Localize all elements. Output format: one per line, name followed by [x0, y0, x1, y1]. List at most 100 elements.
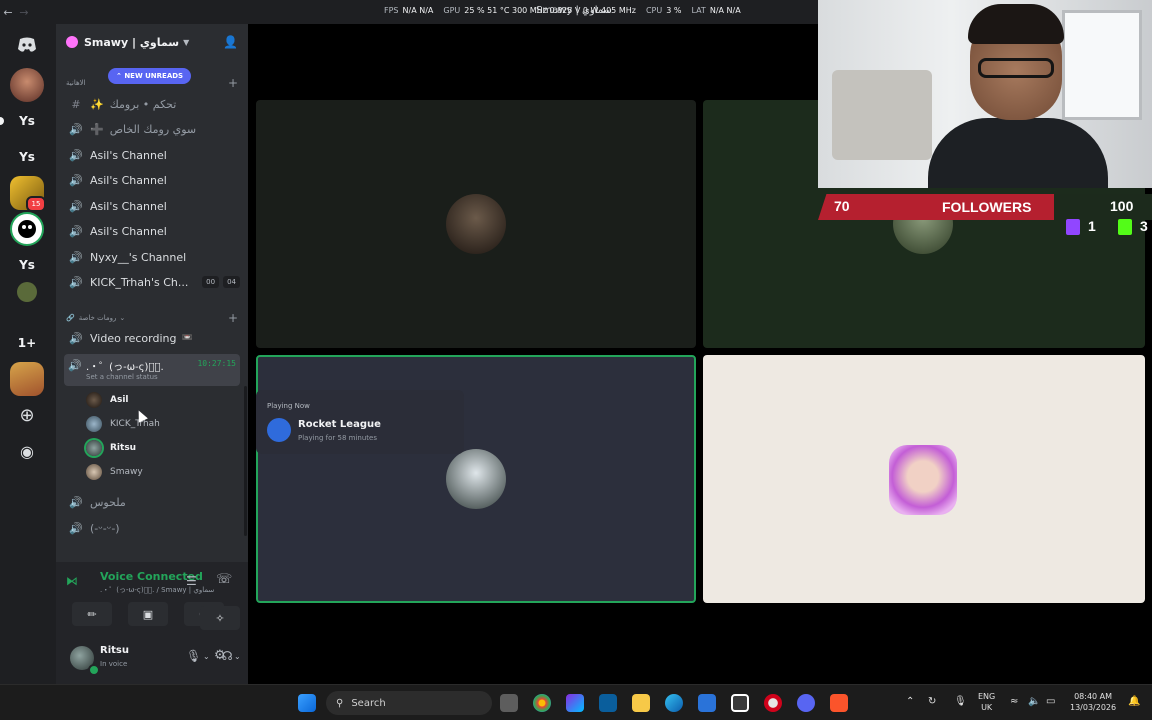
kick-icon	[1118, 219, 1132, 235]
chevron-down-icon[interactable]: ⌄	[234, 652, 241, 661]
channel-status[interactable]: Set a channel status	[86, 373, 158, 381]
discord-taskbar-icon[interactable]	[797, 694, 815, 712]
server-icon-avatar[interactable]	[10, 68, 44, 102]
windows-start-icon[interactable]	[298, 694, 316, 712]
screen: ← → FPS N/A N/A GPU 25 % 51 °C 300 MHz 0.8…	[0, 0, 1152, 720]
new-unreads-button[interactable]: ⌃ NEW UNREADS	[108, 68, 192, 84]
server-icon-small[interactable]	[17, 282, 37, 302]
wifi-icon[interactable]: ≈	[1010, 696, 1018, 707]
user-status: In voice	[100, 660, 128, 668]
hash-icon: #	[71, 97, 81, 111]
platform-counts: 1 3	[1062, 218, 1152, 238]
language-indicator[interactable]: ENG UK	[978, 691, 995, 713]
activity-label: Playing Now	[267, 402, 310, 410]
server-icon-ys-2[interactable]: Ys	[10, 140, 44, 174]
screen-share-button[interactable]: ▣	[128, 602, 168, 626]
perf-cpu: CPU 3 %	[645, 6, 682, 15]
rocket-league-icon	[267, 418, 291, 442]
kick-count: 3	[1140, 218, 1148, 234]
chrome-icon[interactable]	[533, 694, 551, 712]
goal-label: FOLLOWERS	[942, 199, 1032, 215]
server-icon-ys-1[interactable]: Ys	[10, 104, 44, 138]
speaker-icon: 🔊	[69, 199, 83, 213]
voice-user-smawy[interactable]: Smawy	[86, 461, 143, 483]
forward-arrow-icon[interactable]: →	[16, 6, 32, 19]
terminal-icon[interactable]	[599, 694, 617, 712]
add-server-icon[interactable]: ⊕	[10, 398, 44, 432]
voice-connected-channel[interactable]: .・゜(っ-ω-ς)ﾟ・. / Smawy | سماوي	[100, 585, 214, 595]
add-channel-icon[interactable]: +	[228, 311, 238, 325]
taskbar-clock[interactable]: 08:40 AM 13/03/2026	[1070, 691, 1116, 713]
speaker-icon: 🔊	[69, 331, 83, 345]
voice-user-kick-trhah[interactable]: KICK_Trhah	[86, 413, 160, 435]
sparkle-emoji-icon: ✨	[90, 97, 104, 111]
invite-icon[interactable]: 👤	[223, 35, 238, 49]
channel-asil-4[interactable]: 🔊 Asil's Channel	[64, 219, 240, 243]
taskbar-search[interactable]: ⚲ Search	[326, 691, 492, 715]
speaker-icon: 🔊	[69, 224, 83, 238]
microphone-icon[interactable]: 🎙	[186, 649, 201, 663]
notification-bell-icon[interactable]: 🔔	[1128, 696, 1140, 707]
chevron-up-icon: ⌃	[116, 72, 122, 80]
avatar	[86, 416, 102, 432]
discord-home-icon[interactable]	[10, 28, 44, 62]
active-voice-channel[interactable]: 🔊 .・゜(っ-ω-ς)ﾟ・. Set a channel status 10:…	[64, 354, 240, 386]
back-arrow-icon[interactable]: ←	[0, 6, 16, 19]
chevron-down-icon[interactable]: ⌄	[203, 652, 210, 661]
channel-asil-3[interactable]: 🔊 Asil's Channel	[64, 194, 240, 218]
channel-nyxy[interactable]: 🔊 Nyxy__'s Channel	[64, 245, 240, 269]
edge-icon[interactable]	[665, 694, 683, 712]
server-rail: Ys Ys 15 Ys 1+ ⊕ ◉	[0, 24, 56, 684]
speaker-icon: 🔊	[69, 275, 83, 289]
app-icon[interactable]	[764, 694, 782, 712]
file-explorer-icon[interactable]	[632, 694, 650, 712]
discover-icon[interactable]: ◉	[10, 434, 44, 468]
unread-pill-indicator	[0, 117, 4, 125]
task-view-icon[interactable]	[500, 694, 518, 712]
server-header[interactable]: Smawy | سماوي ▼ 👤	[56, 24, 248, 60]
category-private[interactable]: 🔗 رومات خاصة ⌄ +	[66, 311, 238, 325]
store-icon[interactable]	[731, 694, 749, 712]
tray-mic-icon[interactable]: 🎙	[954, 696, 967, 707]
volume-icon[interactable]: 🔈	[1028, 696, 1040, 707]
server-icon-game[interactable]: 15	[10, 176, 46, 212]
signal-icon[interactable]: ⧑	[66, 574, 78, 588]
copilot-icon[interactable]	[566, 694, 584, 712]
channel-kick-trhah[interactable]: 🔊 KICK_Trhah's Ch... 00 04	[64, 270, 240, 294]
tray-overflow-icon[interactable]: ⌃	[906, 696, 914, 707]
channel-asil-1[interactable]: 🔊 Asil's Channel	[64, 143, 240, 167]
participant-tile-smawy[interactable]	[703, 355, 1145, 603]
channel-face[interactable]: 🔊 (-ᵕ-ᵕ-)	[64, 516, 240, 540]
voice-user-asil[interactable]: Asil	[86, 389, 129, 411]
server-icon-ys-3[interactable]: Ys	[10, 248, 44, 282]
outlook-icon[interactable]	[698, 694, 716, 712]
voice-user-ritsu[interactable]: Ritsu	[86, 437, 136, 459]
soundboard-button[interactable]: ✧	[200, 606, 240, 630]
speaker-icon: 🔊	[69, 521, 83, 535]
sidebar-scrollbar[interactable]	[244, 386, 247, 536]
camera-button[interactable]: ✏	[72, 602, 112, 626]
battery-icon[interactable]: ▭	[1046, 696, 1055, 707]
channel-asil-2[interactable]: 🔊 Asil's Channel	[64, 168, 240, 192]
brave-icon[interactable]	[830, 694, 848, 712]
participant-tile-asil[interactable]	[256, 100, 696, 348]
channel-control[interactable]: # ✨ تحكم • برومك	[64, 92, 240, 116]
user-count-badge: 00 04	[202, 276, 240, 288]
channel-video-recording[interactable]: 🔊 Video recording 📼	[64, 326, 240, 350]
channel-create-room[interactable]: 🔊 ➕ سوي رومك الخاص	[64, 117, 240, 141]
channel-malhous[interactable]: 🔊 ملحوس	[64, 490, 240, 514]
server-icon-food[interactable]	[10, 362, 44, 396]
user-name[interactable]: Ritsu	[100, 645, 129, 656]
server-icon-smawy[interactable]	[10, 212, 44, 246]
tray-app-icon[interactable]: ↻	[928, 696, 936, 707]
camera-off-icon: ✏	[87, 607, 97, 621]
disconnect-icon[interactable]: ☏	[216, 572, 232, 587]
avatar	[86, 440, 102, 456]
add-channel-icon[interactable]: +	[228, 76, 238, 90]
settings-gear-icon[interactable]: ⚙	[214, 648, 226, 663]
chevron-down-icon: ▼	[183, 37, 190, 47]
avatar	[446, 449, 506, 509]
server-icon-plus-one[interactable]: 1+	[10, 326, 44, 360]
noise-suppression-icon[interactable]: ☰	[186, 574, 197, 588]
category-label-top: الاهانية	[66, 79, 86, 87]
